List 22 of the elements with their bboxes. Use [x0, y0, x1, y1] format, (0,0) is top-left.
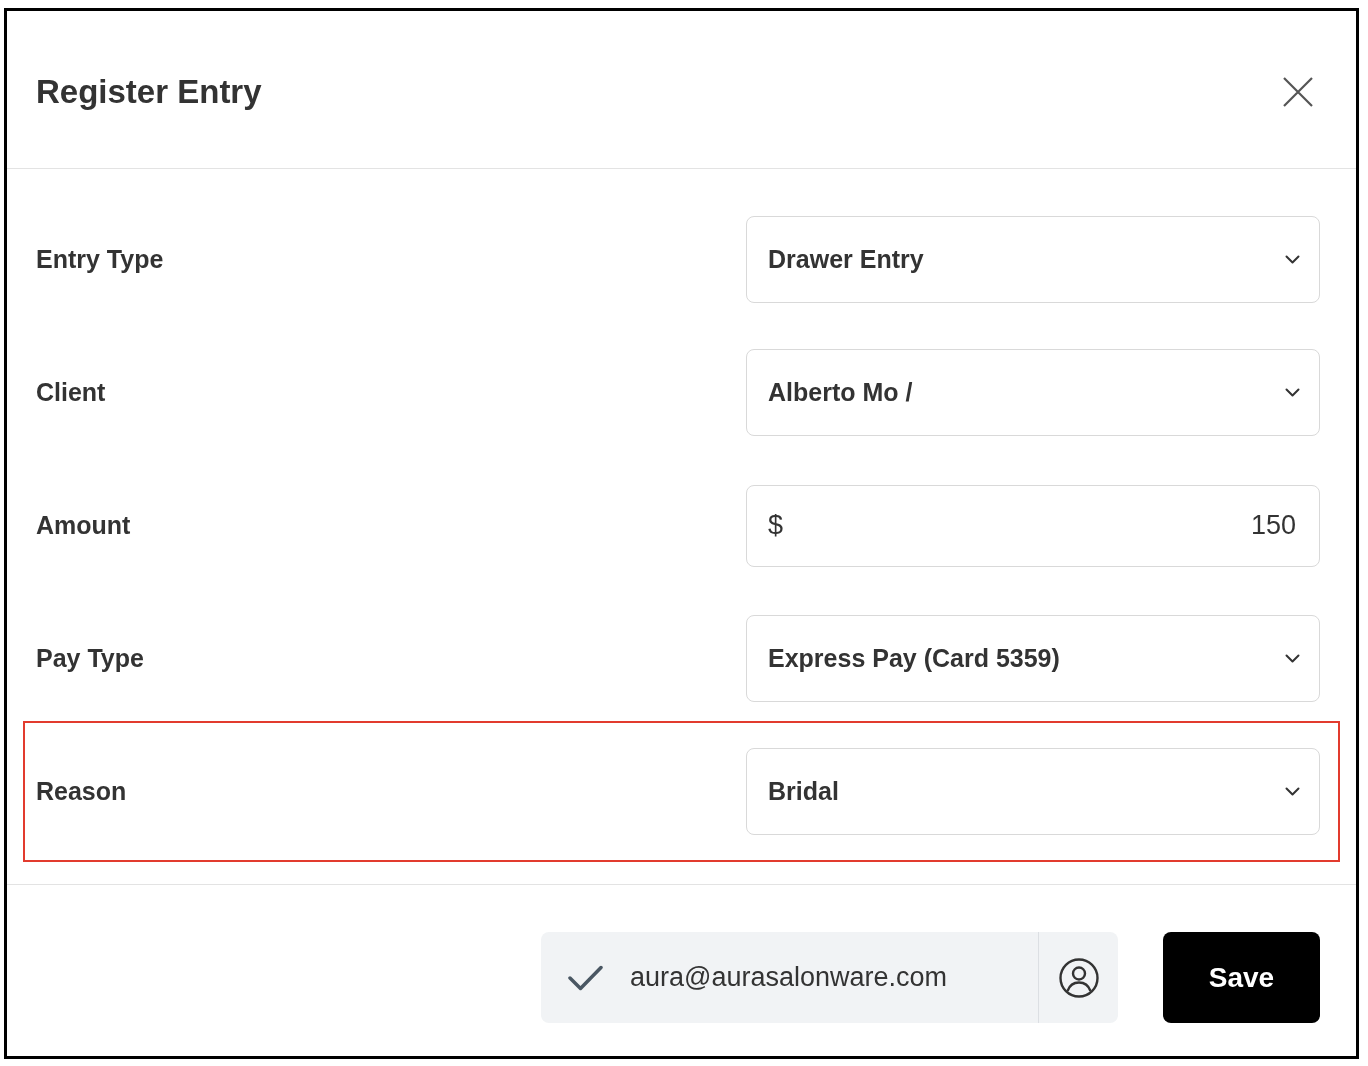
chevron-down-icon [1285, 255, 1300, 264]
dropdown[interactable]: Bridal [746, 748, 1320, 835]
field-label: Entry Type [36, 245, 165, 274]
user-circle-icon [1058, 957, 1099, 998]
field-label: Reason [36, 777, 128, 806]
close-icon [1283, 76, 1313, 107]
check-icon [568, 964, 603, 991]
account-email: aura@aurasalonware.com [630, 962, 949, 993]
close-button[interactable] [1283, 76, 1313, 107]
dropdown[interactable]: Drawer Entry [746, 216, 1320, 303]
amount-field[interactable]: $ 150 [746, 484, 1320, 567]
field-label: Client [36, 378, 107, 407]
dropdown[interactable]: Alberto Mo / [746, 349, 1320, 436]
currency-symbol: $ [768, 510, 784, 541]
chevron-down-icon [1285, 787, 1300, 796]
chevron-down-icon [1285, 388, 1300, 397]
chevron-down-icon [1285, 654, 1300, 663]
field-label: Pay Type [36, 644, 145, 673]
dialog-title: Register Entry [36, 72, 262, 111]
field-label: Amount [36, 511, 132, 540]
dropdown[interactable]: Express Pay (Card 5359) [746, 615, 1320, 702]
save-button[interactable]: Save [1163, 932, 1320, 1023]
